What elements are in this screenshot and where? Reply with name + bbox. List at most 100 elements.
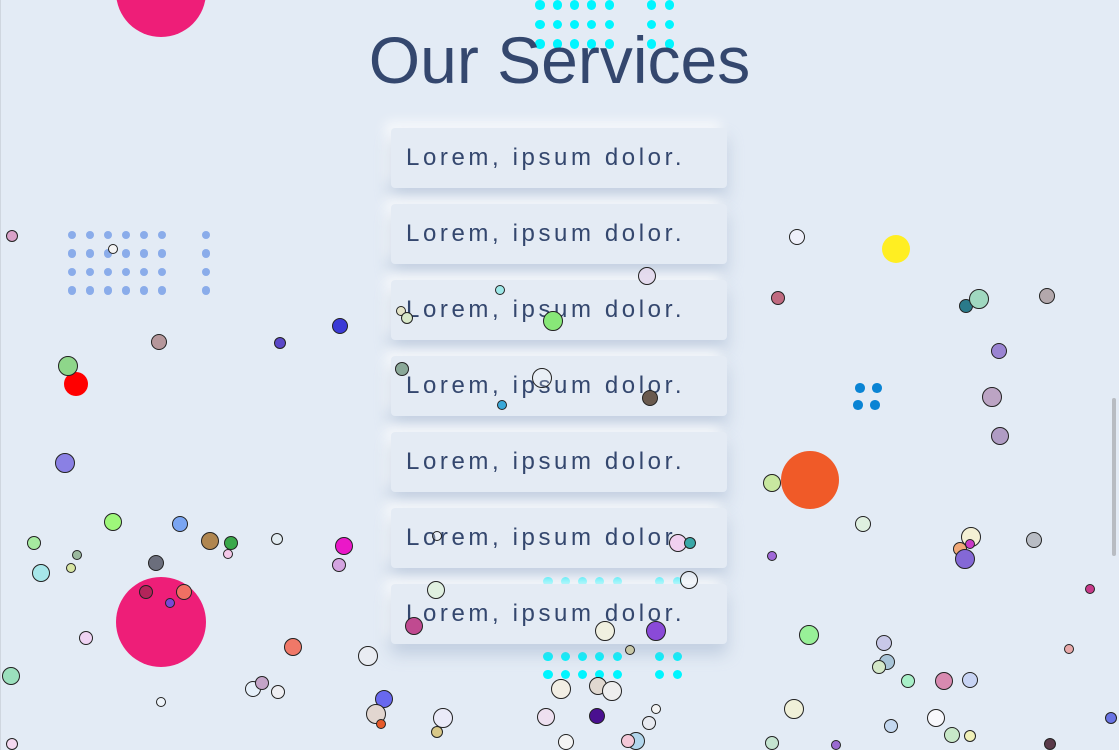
blue-dot bbox=[103, 230, 113, 240]
cyan-dot bbox=[655, 651, 665, 661]
blue-dot bbox=[870, 400, 880, 410]
service-item-1[interactable]: Lorem, ipsum dolor. bbox=[391, 128, 727, 188]
decorative-bubble bbox=[139, 585, 153, 599]
decorative-bubble bbox=[965, 539, 975, 549]
decorative-bubble bbox=[27, 536, 41, 550]
decorative-bubble bbox=[831, 740, 841, 750]
decorative-bubble bbox=[148, 555, 164, 571]
decorative-bubble bbox=[332, 558, 346, 572]
blue-dot bbox=[201, 286, 211, 295]
decorative-bubble bbox=[376, 719, 386, 729]
decorative-bubble bbox=[799, 625, 819, 645]
decorative-bubble bbox=[104, 513, 122, 531]
decorative-bubble bbox=[982, 387, 1002, 407]
decorative-bubble bbox=[955, 549, 975, 569]
decorative-bubble bbox=[969, 289, 989, 309]
blue-dot bbox=[201, 230, 211, 240]
decorative-bubble bbox=[176, 584, 192, 600]
decorative-bubble bbox=[201, 532, 219, 550]
decorative-bubble bbox=[532, 368, 552, 388]
decorative-bubble bbox=[680, 571, 698, 589]
blue-dot bbox=[872, 383, 882, 393]
decorative-bubble bbox=[767, 551, 777, 561]
service-item-2[interactable]: Lorem, ipsum dolor. bbox=[391, 204, 727, 264]
decorative-bubble bbox=[55, 453, 75, 473]
service-item-5[interactable]: Lorem, ipsum dolor. bbox=[391, 432, 727, 492]
decorative-bubble bbox=[1044, 738, 1056, 750]
decorative-bubble bbox=[223, 549, 233, 559]
cyan-dot bbox=[543, 651, 553, 661]
decorative-bubble bbox=[6, 738, 18, 750]
blue-dot bbox=[103, 267, 113, 277]
service-item-3[interactable]: Lorem, ipsum dolor. bbox=[391, 280, 727, 340]
decorative-bubble bbox=[551, 679, 571, 699]
cyan-dot bbox=[672, 651, 682, 661]
decorative-bubble bbox=[771, 291, 785, 305]
decorative-bubble bbox=[991, 343, 1007, 359]
blue-dot bbox=[121, 230, 131, 240]
decorative-bubble bbox=[79, 631, 93, 645]
decorative-bubble bbox=[32, 564, 50, 582]
decorative-bubble bbox=[962, 672, 978, 688]
decorative-bubble bbox=[401, 312, 413, 324]
viewport-left-border bbox=[0, 0, 1, 750]
blue-dot bbox=[157, 249, 167, 258]
decorative-bubble bbox=[1085, 584, 1095, 594]
big-pink-circle bbox=[116, 577, 206, 667]
decorative-bubble bbox=[595, 621, 615, 641]
decorative-bubble bbox=[589, 708, 605, 724]
big-orange-circle bbox=[781, 451, 839, 509]
decorative-bubble bbox=[495, 285, 505, 295]
cyan-dot bbox=[612, 651, 622, 661]
decorative-bubble bbox=[884, 719, 898, 733]
decorative-bubble bbox=[621, 734, 635, 748]
decorative-bubble bbox=[872, 660, 886, 674]
decorative-bubble bbox=[784, 699, 804, 719]
decorative-bubble bbox=[497, 400, 507, 410]
scrollbar-thumb[interactable] bbox=[1112, 398, 1116, 556]
yellow-circle bbox=[882, 235, 910, 263]
decorative-bubble bbox=[558, 734, 574, 750]
decorative-bubble bbox=[6, 230, 18, 242]
decorative-bubble bbox=[1026, 532, 1042, 548]
cyan-dot bbox=[664, 0, 674, 10]
blue-dot bbox=[67, 230, 77, 240]
decorative-bubble bbox=[108, 244, 118, 254]
cyan-dot bbox=[560, 651, 570, 661]
service-item-4[interactable]: Lorem, ipsum dolor. bbox=[391, 356, 727, 416]
cyan-dot bbox=[655, 670, 665, 680]
decorative-bubble bbox=[789, 229, 805, 245]
cyan-dot bbox=[672, 670, 682, 680]
decorative-bubble bbox=[431, 726, 443, 738]
blue-dot bbox=[103, 286, 113, 295]
decorative-bubble bbox=[433, 708, 453, 728]
decorative-bubble bbox=[638, 267, 656, 285]
decorative-bubble bbox=[543, 311, 563, 331]
decorative-bubble bbox=[72, 550, 82, 560]
blue-dot bbox=[85, 230, 95, 240]
blue-dot bbox=[85, 249, 95, 258]
decorative-bubble bbox=[335, 537, 353, 555]
cyan-dot bbox=[543, 670, 553, 680]
blue-dot bbox=[855, 383, 865, 393]
decorative-bubble bbox=[2, 667, 20, 685]
decorative-bubble bbox=[642, 716, 656, 730]
decorative-bubble bbox=[765, 736, 779, 750]
cyan-dot bbox=[535, 0, 545, 10]
decorative-bubble bbox=[684, 537, 696, 549]
decorative-bubble bbox=[156, 697, 166, 707]
decorative-bubble bbox=[944, 727, 960, 743]
decorative-bubble bbox=[151, 334, 167, 350]
decorative-bubble bbox=[432, 531, 442, 541]
cyan-dot bbox=[595, 651, 605, 661]
blue-dot bbox=[85, 267, 95, 277]
decorative-bubble bbox=[763, 474, 781, 492]
decorative-bubble bbox=[927, 709, 945, 727]
decorative-bubble bbox=[271, 685, 285, 699]
blue-dot bbox=[853, 400, 863, 410]
blue-dot bbox=[67, 249, 77, 258]
decorative-bubble bbox=[876, 635, 892, 651]
decorative-bubble bbox=[332, 318, 348, 334]
decorative-bubble bbox=[935, 672, 953, 690]
blue-dot bbox=[157, 286, 167, 295]
